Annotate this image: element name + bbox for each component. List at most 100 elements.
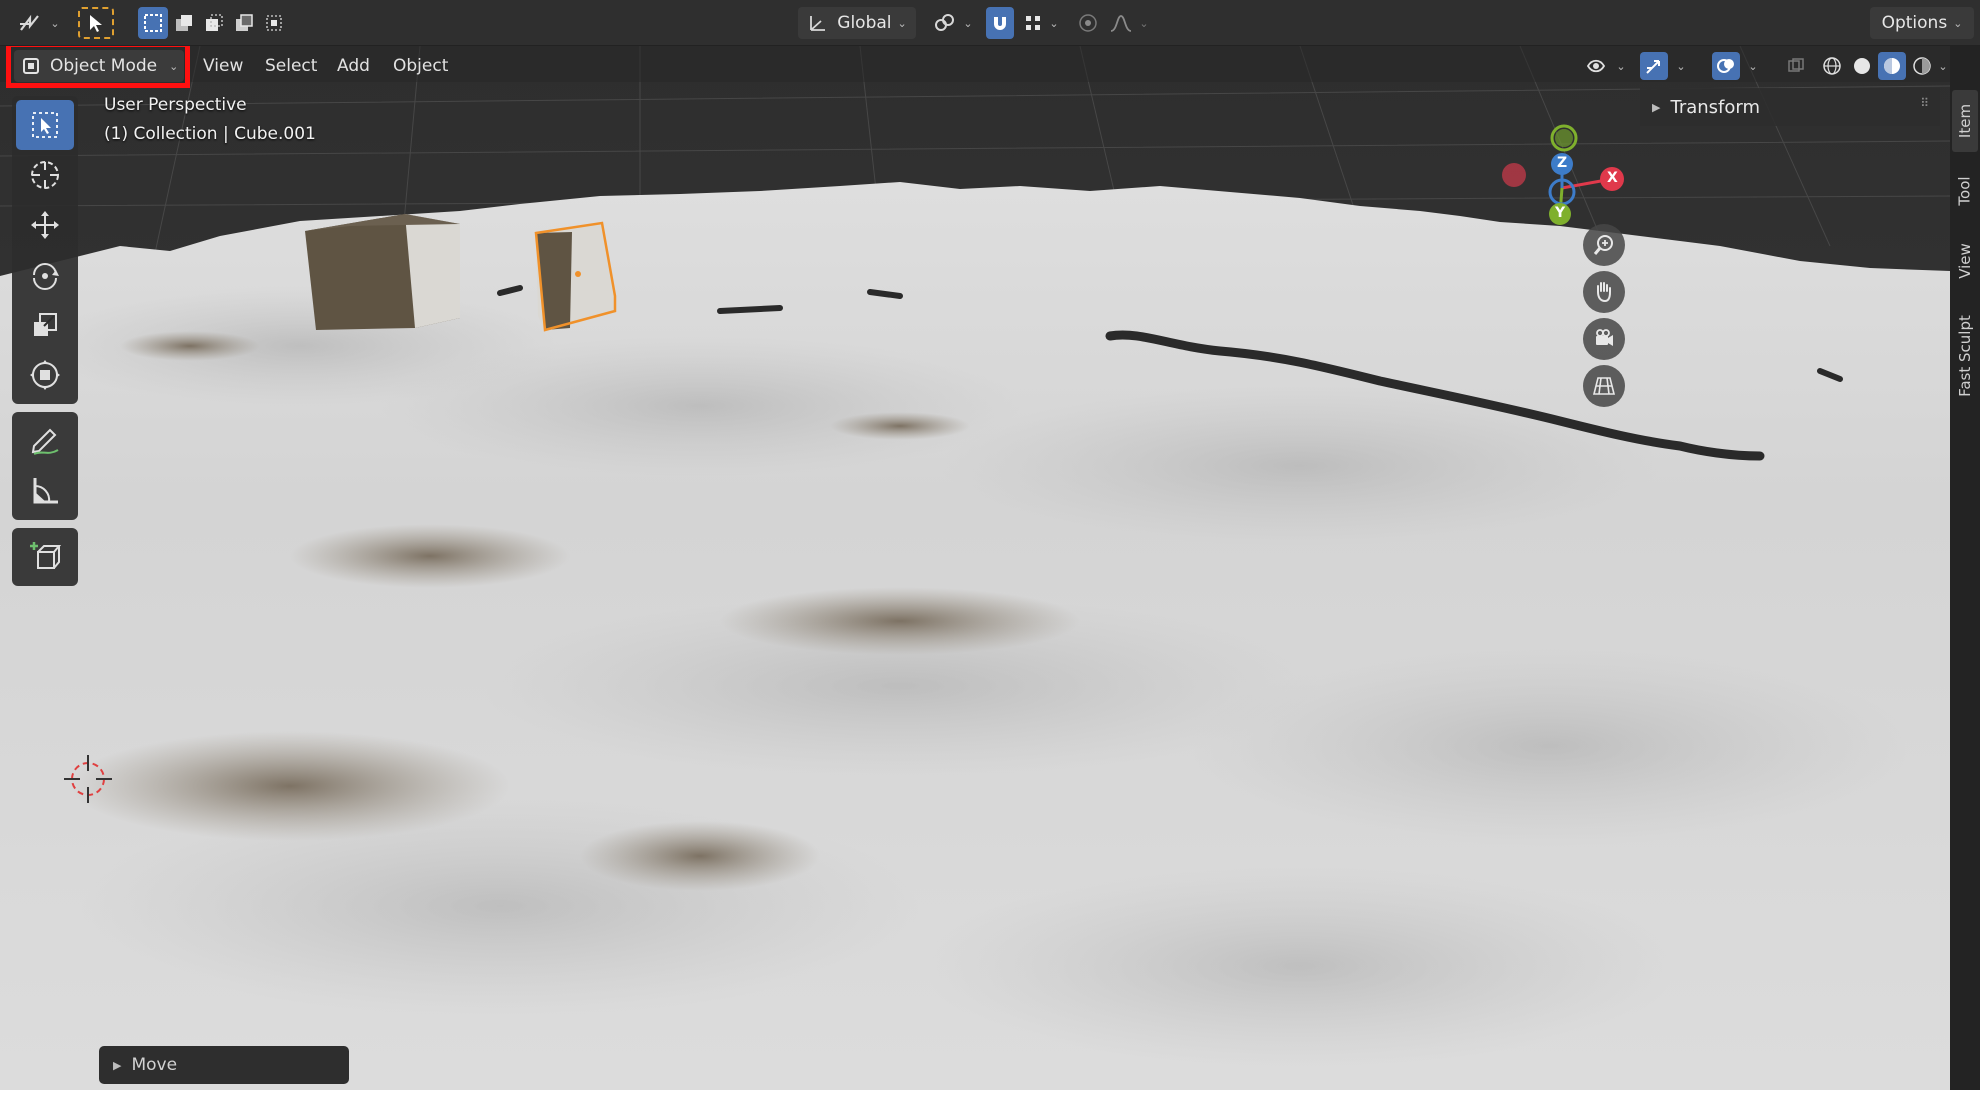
snap-grid-icon <box>1026 16 1041 30</box>
falloff-curve-icon <box>1111 15 1132 32</box>
proportional-editing-button[interactable] <box>1074 7 1102 39</box>
options-label: Options <box>1881 13 1948 33</box>
tool-group-add <box>12 528 78 586</box>
select-extend-button[interactable] <box>170 7 198 39</box>
select-subtract-icon <box>206 14 223 31</box>
editor-type-icon <box>20 14 40 31</box>
solid-shading-button[interactable] <box>1848 52 1876 80</box>
disclosure-triangle-icon: ▶ <box>1652 100 1661 114</box>
transform-orientation-label: Global <box>837 13 892 33</box>
sidebar-tab-fast-sculpt[interactable]: Fast Sculpt <box>1952 300 1978 412</box>
snap-target-button[interactable]: ⌄ <box>1018 7 1064 39</box>
pivot-link-icon <box>935 14 955 31</box>
selected-cube-object[interactable] <box>534 221 617 332</box>
zoom-button[interactable] <box>1583 224 1625 266</box>
menu-select[interactable]: Select <box>256 50 326 82</box>
transform-orientation-select[interactable]: Global ⌄ <box>798 7 916 39</box>
transform-panel-header[interactable]: ▶ Transform ⠿ <box>1640 88 1940 126</box>
sidebar-tab-item[interactable]: Item <box>1952 90 1978 152</box>
measure-tool[interactable] <box>16 466 74 516</box>
transform-icon <box>30 360 60 390</box>
mode-highlight-box <box>6 46 190 88</box>
ruler-icon <box>33 478 58 504</box>
transform-tool[interactable] <box>16 350 74 400</box>
gizmo-y-label: Y <box>1555 205 1566 221</box>
select-tool-button[interactable] <box>78 7 114 39</box>
select-new-button[interactable] <box>138 7 168 39</box>
scene-render <box>0 46 1950 1090</box>
chevron-down-icon: ⌄ <box>1676 59 1686 73</box>
chevron-down-icon: ⌄ <box>1616 59 1626 73</box>
ortho-toggle-button[interactable] <box>1583 365 1625 407</box>
pan-button[interactable] <box>1583 271 1625 313</box>
cursor-tool[interactable] <box>16 150 74 200</box>
menu-object[interactable]: Object <box>384 50 457 82</box>
sidebar-tab-view-label: View <box>1956 243 1975 279</box>
sidebar-tab-fast-sculpt-label: Fast Sculpt <box>1956 315 1975 397</box>
add-cube-tool[interactable] <box>16 532 74 582</box>
chevron-down-icon: ⌄ <box>1139 16 1149 30</box>
shading-dropdown[interactable]: ⌄ <box>1936 52 1950 80</box>
chevron-down-icon: ⌄ <box>1748 59 1758 73</box>
gizmo-toggle-button[interactable] <box>1640 52 1668 80</box>
transform-panel-title: Transform <box>1670 96 1761 118</box>
sidebar-tab-view[interactable]: View <box>1952 230 1978 292</box>
overlays-dropdown[interactable]: ⌄ <box>1742 52 1764 80</box>
3d-viewport[interactable]: Object Mode ⌄ View Select Add Object ⌄ ⌄… <box>0 46 1950 1090</box>
select-subtract-button[interactable] <box>200 7 228 39</box>
scale-tool[interactable] <box>16 300 74 350</box>
snap-toggle-button[interactable] <box>986 7 1014 39</box>
cursor-target-icon <box>31 161 59 189</box>
editor-type-button[interactable]: ⌄ <box>14 7 64 39</box>
sidebar-tab-tool[interactable]: Tool <box>1952 160 1978 222</box>
tool-group-annotate <box>12 412 78 520</box>
options-button[interactable]: Options ⌄ <box>1870 7 1974 39</box>
gizmo-arrows-icon <box>1646 60 1660 74</box>
disclosure-triangle-icon: ▶ <box>113 1058 122 1072</box>
gizmo-dropdown[interactable]: ⌄ <box>1670 52 1692 80</box>
pencil-icon <box>31 428 59 455</box>
move-tool[interactable] <box>16 200 74 250</box>
select-invert-icon <box>236 14 253 31</box>
move-operator-label: Move <box>131 1055 178 1075</box>
pivot-point-button[interactable]: ⌄ <box>930 7 976 39</box>
visibility-button[interactable]: ⌄ <box>1584 52 1628 80</box>
material-sphere-icon <box>1884 58 1900 74</box>
eye-icon <box>1587 59 1606 73</box>
grid-perspective-icon <box>1592 377 1616 395</box>
select-intersect-button[interactable] <box>260 7 288 39</box>
proportional-edit-icon <box>1079 14 1097 32</box>
xray-icon <box>1788 58 1804 72</box>
gizmo-z-label: Z <box>1557 155 1568 171</box>
move-operator-panel[interactable]: ▶ Move <box>99 1046 349 1084</box>
select-invert-button[interactable] <box>230 7 258 39</box>
wireframe-shading-button[interactable] <box>1818 52 1846 80</box>
select-box-icon <box>32 112 58 138</box>
chevron-down-icon: ⌄ <box>1953 16 1963 30</box>
sidebar-tabs: Item Tool View Fast Sculpt <box>1950 46 1980 1090</box>
cube-object[interactable] <box>305 214 460 330</box>
overlays-toggle-button[interactable] <box>1712 52 1740 80</box>
tool-group-transform <box>12 96 78 404</box>
scale-icon <box>34 313 57 336</box>
select-extend-icon <box>176 15 192 31</box>
move-arrows-icon <box>31 211 59 239</box>
xray-toggle-button[interactable] <box>1782 52 1810 80</box>
chevron-down-icon: ⌄ <box>897 16 907 30</box>
drag-handle-icon[interactable]: ⠿ <box>1920 96 1930 110</box>
rendered-shading-button[interactable] <box>1908 52 1936 80</box>
menu-view[interactable]: View <box>194 50 252 82</box>
material-preview-button[interactable] <box>1878 52 1906 80</box>
perspective-label: User Perspective <box>104 95 247 115</box>
chevron-down-icon: ⌄ <box>1938 59 1948 73</box>
annotate-tool[interactable] <box>16 416 74 466</box>
select-box-tool[interactable] <box>16 100 74 150</box>
select-new-icon <box>144 14 162 32</box>
navigation-gizmo[interactable]: X Z Y <box>1490 96 1630 236</box>
chevron-down-icon: ⌄ <box>1049 16 1059 30</box>
camera-icon <box>1596 329 1613 346</box>
camera-view-button[interactable] <box>1583 318 1625 360</box>
falloff-button[interactable]: ⌄ <box>1106 7 1152 39</box>
menu-add[interactable]: Add <box>328 50 379 82</box>
rotate-tool[interactable] <box>16 250 74 300</box>
